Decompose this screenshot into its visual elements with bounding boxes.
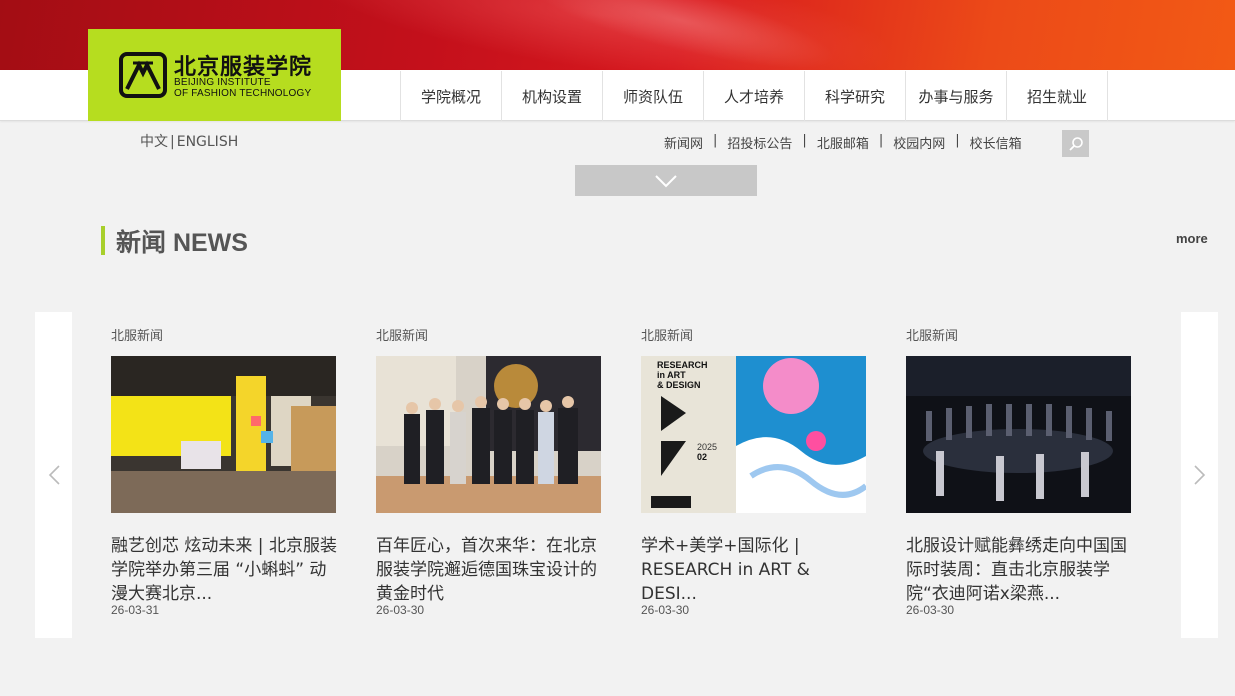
news-card-thumbnail[interactable] bbox=[111, 356, 336, 513]
exhibition-photo bbox=[111, 356, 336, 513]
chevron-right-icon bbox=[1193, 465, 1205, 485]
news-card-category: 北服新闻 bbox=[111, 329, 164, 344]
quick-link-separator: | bbox=[878, 133, 884, 148]
journal-cover-title-line-3: & DESIGN bbox=[657, 380, 701, 390]
quick-link-tenders[interactable]: 招投标公告 bbox=[727, 133, 792, 152]
news-card-category: 北服新闻 bbox=[641, 329, 694, 344]
main-menu: 学院概况 机构设置 师资队伍 人才培养 科学研究 办事与服务 招生就业 bbox=[400, 71, 1108, 121]
college-emblem-icon bbox=[119, 52, 167, 98]
more-link[interactable]: more bbox=[1176, 231, 1208, 246]
menu-item-about[interactable]: 学院概况 bbox=[401, 71, 502, 121]
logo-english-line-1: BEIJING INSTITUTE bbox=[174, 77, 271, 88]
news-card-thumbnail[interactable] bbox=[376, 356, 601, 513]
logo-english-line-2: OF FASHION TECHNOLOGY bbox=[174, 88, 312, 99]
journal-cover-issue-number: 02 bbox=[697, 452, 708, 462]
site-logo[interactable]: 北京服装学院 BEIJING INSTITUTE OF FASHION TECH… bbox=[88, 29, 341, 121]
news-section-title: 新闻 NEWS bbox=[116, 229, 248, 257]
quick-link-intranet[interactable]: 校园内网 bbox=[893, 133, 945, 152]
news-card-category: 北服新闻 bbox=[376, 329, 429, 344]
menu-item-education[interactable]: 人才培养 bbox=[704, 71, 805, 121]
section-accent-bar bbox=[101, 226, 105, 255]
news-card-category: 北服新闻 bbox=[906, 329, 959, 344]
carousel-prev-button[interactable] bbox=[35, 312, 72, 638]
news-card-thumbnail[interactable] bbox=[906, 356, 1131, 513]
menu-item-research[interactable]: 科学研究 bbox=[805, 71, 906, 121]
news-card[interactable]: 北服新闻 北服设计赋能彝绣走向中国国际时装周：直击北京服装学院“衣迪阿诺x梁燕.… bbox=[906, 312, 1131, 638]
quick-link-president-mailbox[interactable]: 校长信箱 bbox=[970, 133, 1022, 152]
quick-link-separator: | bbox=[713, 133, 718, 148]
journal-cover-title-line-2: in ART bbox=[657, 370, 686, 380]
quick-link-separator: | bbox=[802, 133, 807, 148]
carousel-next-button[interactable] bbox=[1181, 312, 1218, 638]
search-icon bbox=[1068, 136, 1083, 151]
menu-item-admissions[interactable]: 招生就业 bbox=[1007, 71, 1108, 121]
language-switcher: 中文 | ENGLISH bbox=[140, 131, 238, 151]
news-card[interactable]: 北服新闻 百年匠心，首次来华：在北京服装学院邂逅德国珠宝设计的黄金时代 26-0… bbox=[376, 312, 601, 638]
menu-item-organization[interactable]: 机构设置 bbox=[502, 71, 603, 121]
journal-cover-issue-year: 2025 bbox=[697, 442, 718, 452]
news-card-title[interactable]: 北服设计赋能彝绣走向中国国际时装周：直击北京服装学院“衣迪阿诺x梁燕... bbox=[906, 534, 1134, 606]
lang-chinese-link[interactable]: 中文 bbox=[140, 134, 168, 150]
menu-item-faculty[interactable]: 师资队伍 bbox=[603, 71, 704, 121]
lang-english-link[interactable]: ENGLISH bbox=[177, 134, 239, 150]
quick-link-mail[interactable]: 北服邮箱 bbox=[817, 133, 869, 152]
news-card-date: 26-03-31 bbox=[111, 603, 160, 617]
news-card-title[interactable]: 融艺创芯 炫动未来 | 北京服装学院举办第三届 “小蝌蚪” 动漫大赛北京... bbox=[111, 534, 339, 606]
news-card-thumbnail[interactable]: RESEARCH in ART & DESIGN 2025 02 bbox=[641, 356, 866, 513]
news-card[interactable]: 北服新闻 融艺创芯 炫动未来 | 北京服装学院举办第三届 “小蝌蚪” 动漫大赛北… bbox=[111, 312, 339, 638]
quick-link-separator: | bbox=[955, 133, 960, 148]
news-card[interactable]: 北服新闻 RESEARCH in ART & DESIGN 2025 02 学术… bbox=[641, 312, 866, 638]
lang-separator: | bbox=[170, 134, 175, 150]
search-button[interactable] bbox=[1062, 130, 1089, 157]
news-card-date: 26-03-30 bbox=[906, 603, 955, 617]
quick-links: 新闻网 | 招投标公告 | 北服邮箱 | 校园内网 | 校长信箱 bbox=[664, 133, 1022, 152]
news-card-title[interactable]: 学术+美学+国际化 | RESEARCH in ART & DESI... bbox=[641, 534, 869, 606]
news-card-date: 26-03-30 bbox=[376, 603, 425, 617]
quick-link-news[interactable]: 新闻网 bbox=[664, 133, 703, 152]
journal-cover-title-line-1: RESEARCH bbox=[657, 360, 708, 370]
menu-item-services[interactable]: 办事与服务 bbox=[906, 71, 1007, 121]
group-photo bbox=[376, 356, 601, 513]
news-card-title[interactable]: 百年匠心，首次来华：在北京服装学院邂逅德国珠宝设计的黄金时代 bbox=[376, 534, 604, 606]
dropdown-toggle[interactable] bbox=[575, 165, 757, 196]
chevron-down-icon bbox=[655, 174, 677, 187]
news-card-date: 26-03-30 bbox=[641, 603, 690, 617]
runway-photo bbox=[906, 356, 1131, 513]
chevron-left-icon bbox=[48, 465, 60, 485]
